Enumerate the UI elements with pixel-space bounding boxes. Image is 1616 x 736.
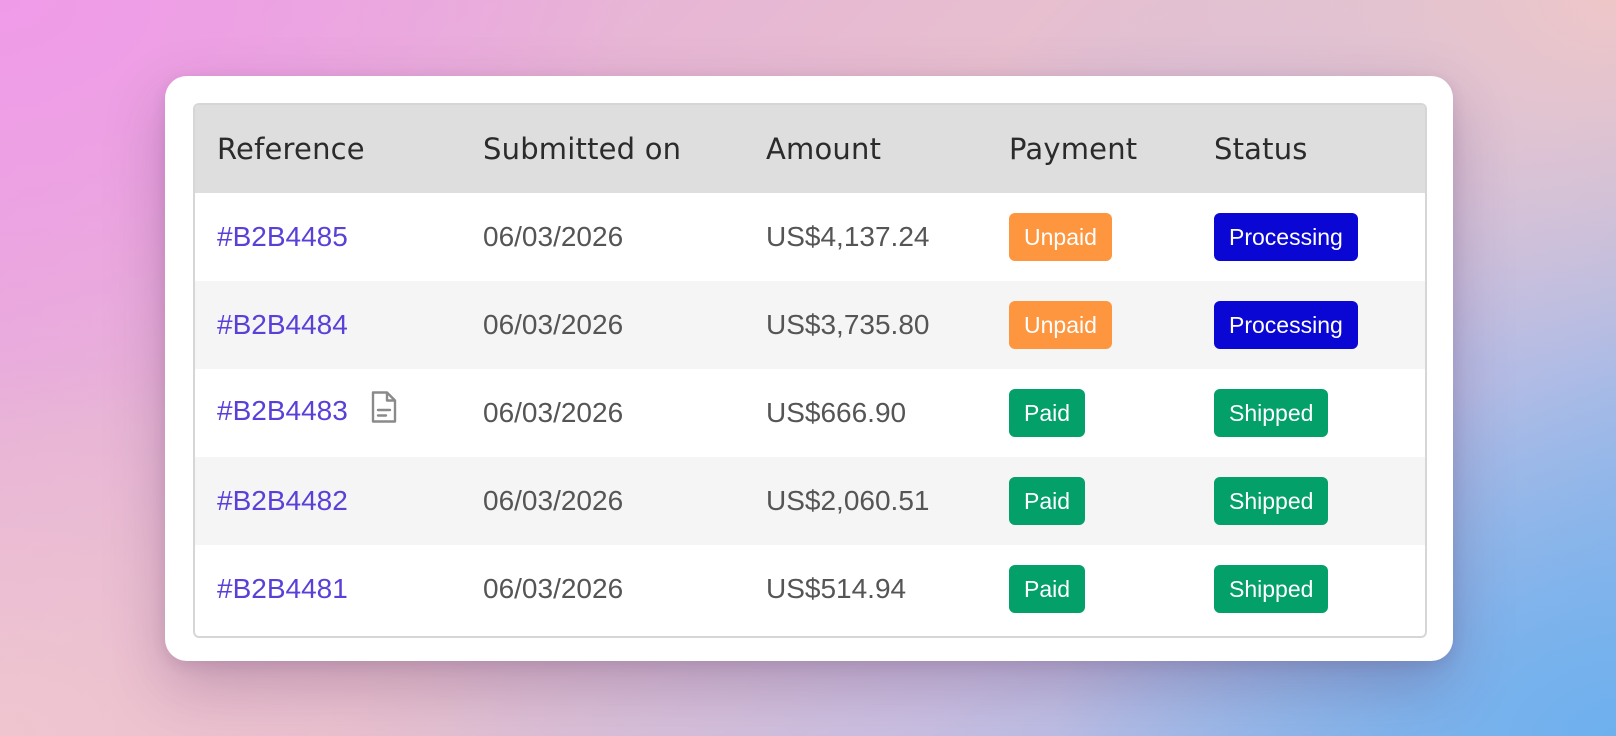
reference-cell: #B2B4482	[195, 457, 461, 545]
amount-cell: US$4,137.24	[766, 221, 930, 252]
reference-cell: #B2B4484	[195, 281, 461, 369]
payment-status-badge: Paid	[1009, 389, 1086, 437]
reference-cell: #B2B4483	[195, 369, 461, 457]
document-icon[interactable]	[370, 390, 398, 431]
payment-cell: Unpaid	[987, 193, 1192, 281]
table-header-row: Reference Submitted on Amount Payment St…	[195, 105, 1425, 193]
order-status-badge: Shipped	[1214, 477, 1329, 525]
order-reference-link[interactable]: #B2B4483	[217, 395, 348, 426]
column-header-submitted-on: Submitted on	[483, 132, 682, 166]
submitted-on-cell: 06/03/2026	[483, 397, 624, 428]
payment-cell: Paid	[987, 369, 1192, 457]
order-reference-link[interactable]: #B2B4481	[217, 573, 348, 604]
table-row: #B2B4481 06/03/2026 US$514.94 Paid Shipp…	[195, 545, 1425, 633]
submitted-on-cell: 06/03/2026	[483, 573, 624, 604]
submitted-on-cell: 06/03/2026	[483, 221, 624, 252]
payment-cell: Unpaid	[987, 281, 1192, 369]
order-status-badge: Processing	[1214, 213, 1358, 261]
table-row: #B2B4482 06/03/2026 US$2,060.51 Paid Shi…	[195, 457, 1425, 545]
table-row: #B2B4485 06/03/2026 US$4,137.24 Unpaid P…	[195, 193, 1425, 281]
reference-cell: #B2B4485	[195, 193, 461, 281]
table-row: #B2B4484 06/03/2026 US$3,735.80 Unpaid P…	[195, 281, 1425, 369]
status-cell: Shipped	[1192, 457, 1425, 545]
payment-cell: Paid	[987, 545, 1192, 633]
payment-status-badge: Unpaid	[1009, 301, 1112, 349]
order-status-badge: Shipped	[1214, 389, 1329, 437]
status-cell: Processing	[1192, 281, 1425, 369]
order-status-badge: Processing	[1214, 301, 1358, 349]
status-cell: Processing	[1192, 193, 1425, 281]
payment-status-badge: Unpaid	[1009, 213, 1112, 261]
order-reference-link[interactable]: #B2B4482	[217, 485, 348, 516]
payment-cell: Paid	[987, 457, 1192, 545]
table-row: #B2B4483 06/03/2026 US$666.90 Paid Shipp…	[195, 369, 1425, 457]
column-header-reference: Reference	[217, 132, 365, 166]
order-reference-link[interactable]: #B2B4485	[217, 221, 348, 252]
column-header-amount: Amount	[766, 132, 882, 166]
status-cell: Shipped	[1192, 369, 1425, 457]
column-header-payment: Payment	[1009, 132, 1138, 166]
orders-table-container: Reference Submitted on Amount Payment St…	[193, 103, 1427, 638]
amount-cell: US$3,735.80	[766, 309, 930, 340]
amount-cell: US$2,060.51	[766, 485, 930, 516]
payment-status-badge: Paid	[1009, 565, 1086, 613]
submitted-on-cell: 06/03/2026	[483, 309, 624, 340]
orders-table: Reference Submitted on Amount Payment St…	[195, 105, 1425, 633]
reference-cell: #B2B4481	[195, 545, 461, 633]
amount-cell: US$666.90	[766, 397, 907, 428]
table-body: #B2B4485 06/03/2026 US$4,137.24 Unpaid P…	[195, 193, 1425, 633]
table-header: Reference Submitted on Amount Payment St…	[195, 105, 1425, 193]
payment-status-badge: Paid	[1009, 477, 1086, 525]
status-cell: Shipped	[1192, 545, 1425, 633]
order-reference-link[interactable]: #B2B4484	[217, 309, 348, 340]
submitted-on-cell: 06/03/2026	[483, 485, 624, 516]
order-status-badge: Shipped	[1214, 565, 1329, 613]
amount-cell: US$514.94	[766, 573, 907, 604]
column-header-status: Status	[1214, 132, 1308, 166]
orders-card: Reference Submitted on Amount Payment St…	[165, 76, 1453, 661]
